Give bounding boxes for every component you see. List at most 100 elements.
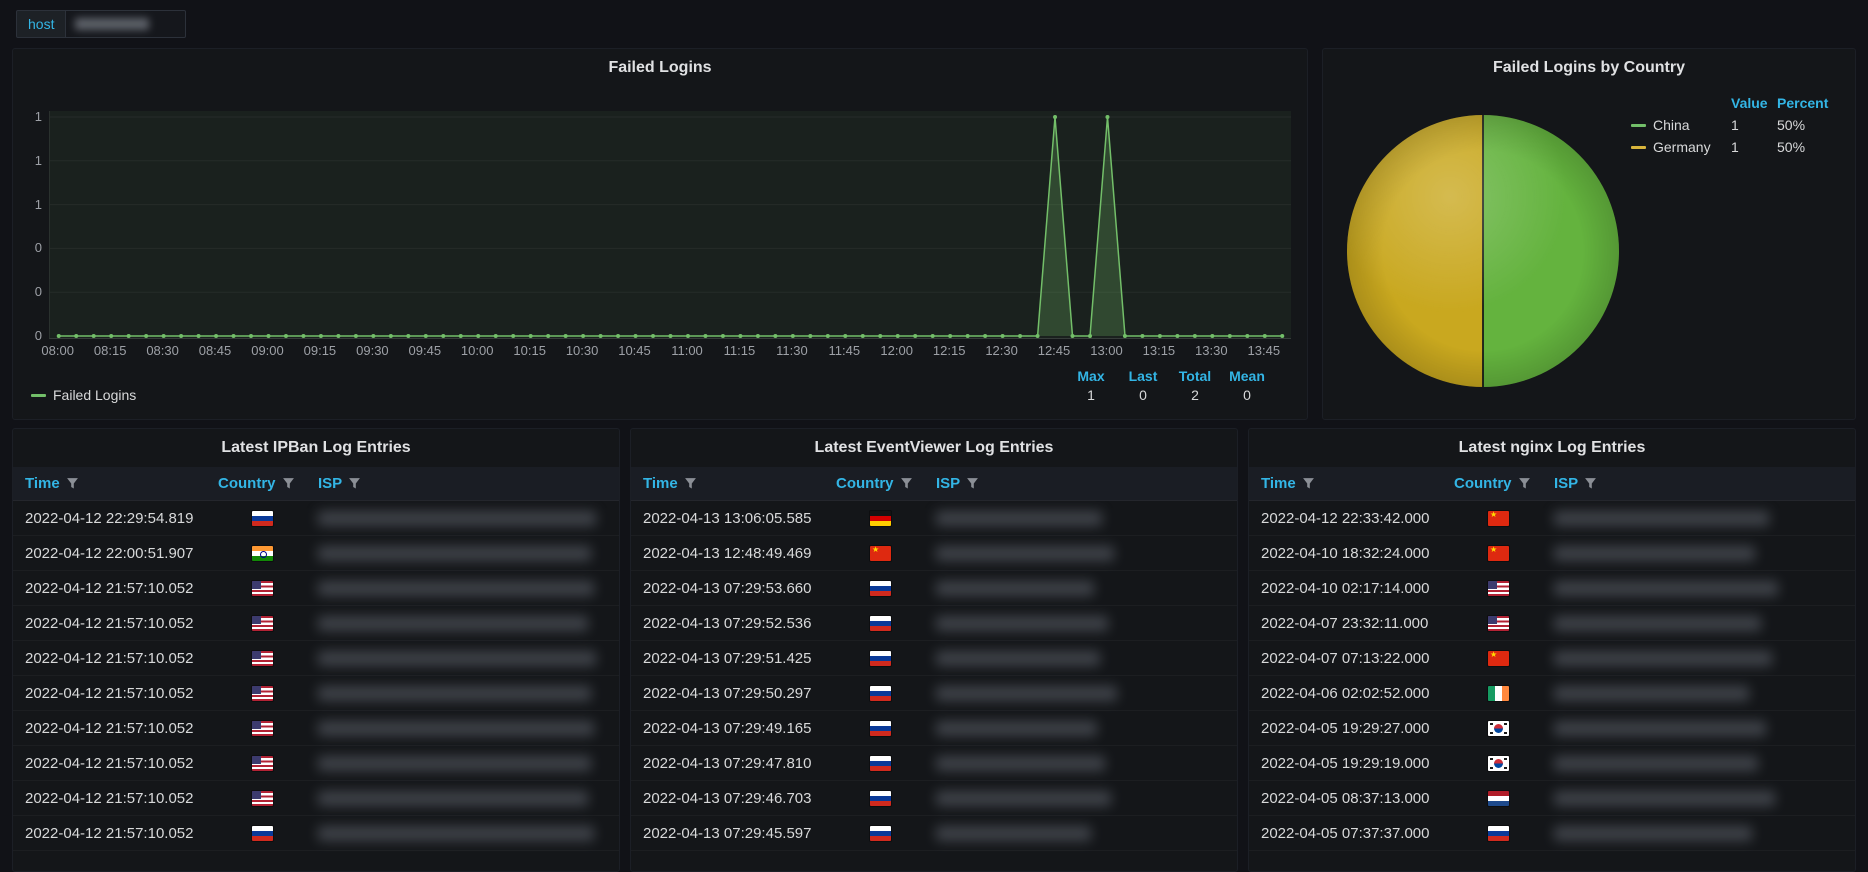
isp-cell [936, 685, 1237, 701]
x-tick-label: 09:00 [251, 343, 284, 358]
isp-cell [318, 755, 619, 771]
column-header-isp[interactable]: ISP [1554, 475, 1855, 492]
column-header-time[interactable]: Time [1249, 475, 1454, 492]
isp-redacted-blur [318, 615, 588, 631]
isp-redacted-blur [1554, 580, 1778, 596]
isp-redacted-blur [1554, 545, 1755, 561]
x-tick-label: 13:30 [1195, 343, 1228, 358]
pie-legend-header-value[interactable]: Value [1731, 95, 1777, 111]
filter-icon[interactable] [348, 477, 361, 490]
column-header-label: ISP [936, 475, 961, 492]
flag-ru-icon [252, 510, 273, 526]
panel-title-nginx[interactable]: Latest nginx Log Entries [1249, 429, 1855, 467]
isp-cell [1554, 685, 1855, 701]
time-series-svg [50, 115, 1291, 338]
country-cell [836, 685, 936, 701]
time-cell: 2022-04-13 07:29:47.810 [643, 754, 812, 772]
time-series-plot[interactable] [49, 111, 1291, 339]
column-header-isp[interactable]: ISP [936, 475, 1237, 492]
ipban-log-panel: Latest IPBan Log Entries Time Country IS… [12, 428, 620, 872]
table-row: 2022-04-12 21:57:10.052 [13, 816, 619, 851]
flag-ru-icon [870, 650, 891, 666]
column-header-isp[interactable]: ISP [318, 475, 619, 492]
legend-series-row: Failed Logins 1 0 2 0 [31, 387, 1273, 403]
pie-legend-key-germany[interactable]: Germany [1631, 139, 1731, 155]
column-header-country[interactable]: Country [218, 475, 318, 492]
legend-stat-value-total: 2 [1191, 387, 1199, 403]
country-cell [1454, 755, 1554, 771]
x-tick-label: 12:15 [932, 343, 966, 358]
table-row: 2022-04-13 07:29:45.597 [631, 816, 1237, 851]
country-cell [218, 545, 318, 561]
table-header-row: Time Country ISP [631, 467, 1237, 501]
flag-us-icon [1488, 580, 1509, 596]
isp-redacted-blur [318, 510, 597, 526]
flag-cn-icon [870, 545, 891, 561]
time-cell: 2022-04-13 07:29:45.597 [643, 824, 812, 842]
time-cell: 2022-04-12 21:57:10.052 [25, 614, 194, 632]
panel-title-ipban[interactable]: Latest IPBan Log Entries [13, 429, 619, 467]
filter-icon[interactable] [900, 477, 913, 490]
pie-legend-key-china[interactable]: China [1631, 117, 1731, 133]
legend-stat-header-max[interactable]: Max [1065, 368, 1117, 384]
filter-icon[interactable] [1518, 477, 1531, 490]
column-header-country[interactable]: Country [836, 475, 936, 492]
legend-stat-header-mean[interactable]: Mean [1221, 368, 1273, 384]
isp-redacted-blur [318, 825, 594, 841]
pie-chart[interactable] [1347, 115, 1619, 387]
pie-legend-percent: 50% [1777, 139, 1806, 155]
isp-redacted-blur [318, 755, 591, 771]
column-header-time[interactable]: Time [13, 475, 218, 492]
x-tick-label: 11:00 [671, 343, 703, 358]
table-row: 2022-04-12 22:33:42.000 [1249, 501, 1855, 536]
filter-icon[interactable] [66, 477, 79, 490]
filter-icon[interactable] [1584, 477, 1597, 490]
time-cell: 2022-04-05 08:37:13.000 [1261, 789, 1430, 807]
isp-cell [936, 720, 1237, 736]
panel-title-failed-logins-by-country[interactable]: Failed Logins by Country [1323, 49, 1855, 87]
table-row: 2022-04-13 07:29:47.810 [631, 746, 1237, 781]
x-tick-label: 08:00 [41, 343, 74, 358]
column-header-time[interactable]: Time [631, 475, 836, 492]
panel-title-eventviewer[interactable]: Latest EventViewer Log Entries [631, 429, 1237, 467]
time-cell: 2022-04-13 07:29:53.660 [643, 579, 812, 597]
time-cell: 2022-04-13 07:29:50.297 [643, 684, 812, 702]
flag-us-icon [252, 755, 273, 771]
filter-icon[interactable] [282, 477, 295, 490]
panel-title-failed-logins[interactable]: Failed Logins [13, 49, 1307, 87]
isp-redacted-blur [936, 650, 1100, 666]
dashboard-row-top: Failed Logins 1 1 1 0 0 0 08:00 08:15 08:30 08:4… [12, 48, 1856, 420]
pie-legend-value: 1 [1731, 117, 1739, 133]
country-cell [836, 545, 936, 561]
time-cell: 2022-04-07 23:32:11.000 [1261, 614, 1429, 632]
time-cell: 2022-04-12 21:57:10.052 [25, 719, 194, 737]
flag-ru-icon [870, 790, 891, 806]
legend-stat-header-total[interactable]: Total [1169, 368, 1221, 384]
column-header-country[interactable]: Country [1454, 475, 1554, 492]
isp-cell [318, 790, 619, 806]
filter-icon[interactable] [966, 477, 979, 490]
flag-ru-icon [870, 685, 891, 701]
flag-us-icon [252, 720, 273, 736]
table-row: 2022-04-05 19:29:27.000 [1249, 711, 1855, 746]
flag-ru-icon [870, 615, 891, 631]
country-cell [1454, 720, 1554, 736]
time-cell: 2022-04-12 22:33:42.000 [1261, 509, 1430, 527]
legend-series-key[interactable]: Failed Logins [31, 387, 1065, 403]
country-cell [836, 510, 936, 526]
table-row: 2022-04-13 07:29:46.703 [631, 781, 1237, 816]
isp-cell [318, 720, 619, 736]
filter-icon[interactable] [1302, 477, 1315, 490]
filter-icon[interactable] [684, 477, 697, 490]
table-row: 2022-04-13 07:29:53.660 [631, 571, 1237, 606]
flag-us-icon [252, 790, 273, 806]
isp-redacted-blur [1554, 825, 1753, 841]
isp-redacted-blur [936, 755, 1106, 771]
pie-slice-divider [1482, 115, 1484, 387]
table-row: 2022-04-12 22:29:54.819 [13, 501, 619, 536]
pie-legend-header-percent[interactable]: Percent [1777, 95, 1835, 111]
variable-host-dropdown[interactable] [66, 10, 187, 38]
isp-redacted-blur [1554, 790, 1775, 806]
legend-stat-headers: Max Last Total Mean [31, 368, 1273, 384]
legend-stat-header-last[interactable]: Last [1117, 368, 1169, 384]
